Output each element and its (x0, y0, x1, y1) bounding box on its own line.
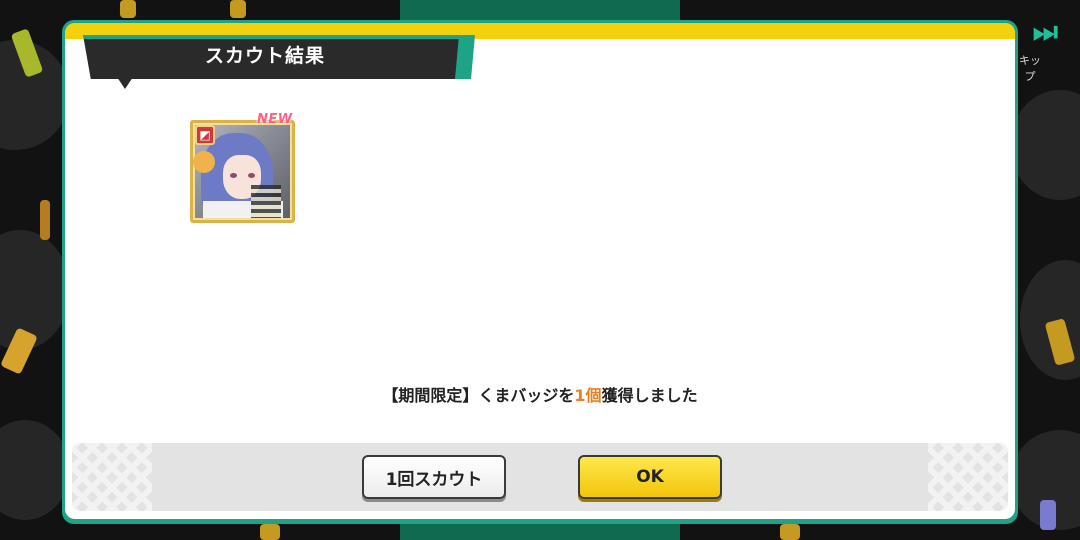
result-message: 【期間限定】くまバッジを1個獲得しました (65, 382, 1015, 406)
message-prefix: 【期間限定】くまバッジを (382, 386, 575, 405)
new-badge: NEW (257, 112, 293, 127)
footer-pattern (72, 443, 152, 511)
attribute-sun-icon (193, 151, 215, 173)
background-blob (1020, 260, 1080, 380)
title-tail (117, 77, 133, 89)
background-blob (0, 420, 70, 520)
background-blob (1010, 90, 1080, 200)
message-suffix: 獲得しました (601, 386, 698, 405)
dialog-footer: 1回スカウト OK (72, 443, 1008, 511)
message-count: 1個 (574, 386, 602, 405)
background-penlight (40, 200, 50, 240)
result-card[interactable]: ◩ (190, 120, 295, 223)
background-penlight (260, 524, 280, 540)
rarity-emblem-icon: ◩ (195, 125, 215, 145)
background-penlight (780, 524, 800, 540)
dialog-title: スカウト結果 (205, 45, 326, 67)
background-blob (0, 230, 70, 350)
scout-once-button[interactable]: 1回スカウト (362, 455, 506, 499)
background-penlight (1040, 500, 1056, 530)
background-penlight (230, 0, 246, 18)
background-penlight (120, 0, 136, 18)
skip-icon: ⏭ (1032, 15, 1058, 48)
scout-result-dialog: スカウト結果 ◩ NEW 【期間限定】くまバッジを1個獲得しました 1回スカウト… (62, 20, 1018, 524)
skip-label: キップ (1019, 54, 1041, 83)
dialog-body: スカウト結果 ◩ NEW 【期間限定】くまバッジを1個獲得しました 1回スカウト… (65, 23, 1015, 519)
ok-button[interactable]: OK (578, 455, 722, 499)
footer-pattern (928, 443, 1008, 511)
skip-button[interactable]: ⏭ キップ (1016, 8, 1080, 84)
